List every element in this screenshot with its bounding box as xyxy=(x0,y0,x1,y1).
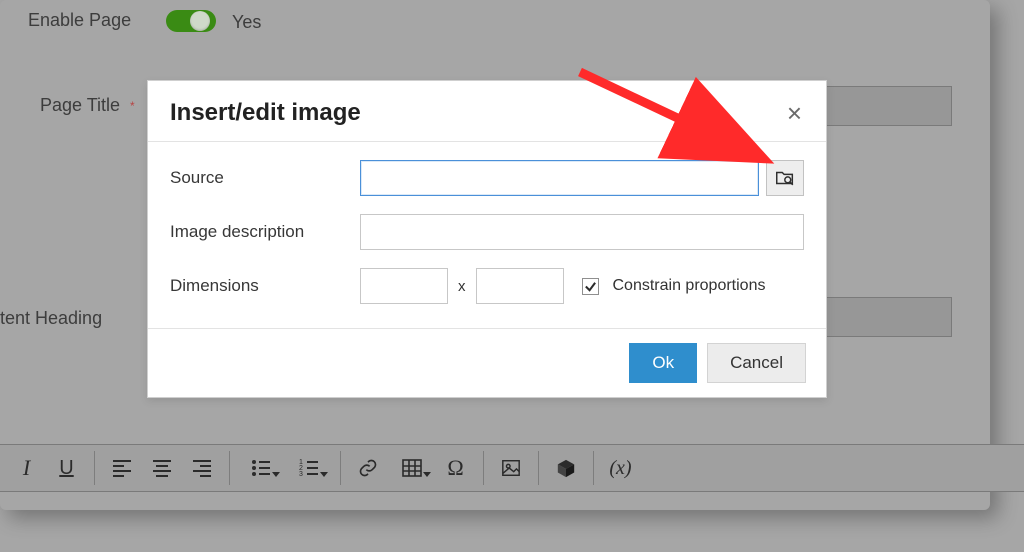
close-icon: × xyxy=(787,98,802,128)
numbered-list-button[interactable]: 123 xyxy=(286,449,332,487)
special-char-button[interactable]: Ω xyxy=(437,449,475,487)
description-row: Image description xyxy=(170,214,804,250)
enable-page-toggle[interactable] xyxy=(166,10,216,32)
bullet-list-icon xyxy=(251,458,271,478)
cancel-button-label: Cancel xyxy=(730,353,783,373)
editor-toolbar: I U 123 Ω xyxy=(0,444,1024,492)
source-label: Source xyxy=(170,168,360,188)
description-input[interactable] xyxy=(360,214,804,250)
widget-button[interactable] xyxy=(547,449,585,487)
browse-button[interactable] xyxy=(766,160,804,196)
image-icon xyxy=(501,458,521,478)
width-input[interactable] xyxy=(360,268,448,304)
underline-icon-label: U xyxy=(59,457,73,480)
required-marker: * xyxy=(130,99,135,113)
browse-folder-search-icon xyxy=(774,167,796,189)
toolbar-separator xyxy=(229,451,230,485)
chevron-down-icon xyxy=(423,472,431,477)
insert-image-dialog: Insert/edit image × Source xyxy=(147,80,827,398)
align-center-button[interactable] xyxy=(143,449,181,487)
source-row: Source xyxy=(170,160,804,196)
content-heading-label: tent Heading xyxy=(0,308,102,329)
align-left-icon xyxy=(112,458,132,478)
align-right-icon xyxy=(192,458,212,478)
description-label: Image description xyxy=(170,222,360,242)
page-title-input[interactable] xyxy=(826,86,952,126)
svg-text:3: 3 xyxy=(299,471,303,478)
dimensions-label: Dimensions xyxy=(170,276,360,296)
toolbar-separator xyxy=(593,451,594,485)
constrain-checkbox[interactable] xyxy=(582,278,599,295)
link-button[interactable] xyxy=(349,449,387,487)
align-right-button[interactable] xyxy=(183,449,221,487)
toolbar-separator xyxy=(483,451,484,485)
height-input[interactable] xyxy=(476,268,564,304)
dimensions-row: Dimensions x Constrain proportions xyxy=(170,268,804,304)
enable-page-label: Enable Page xyxy=(28,10,131,31)
dialog-footer: Ok Cancel xyxy=(148,328,826,397)
insert-image-button[interactable] xyxy=(492,449,530,487)
variable-icon-label: (x) xyxy=(609,457,631,480)
check-icon xyxy=(584,280,597,293)
page-title-label: Page Title xyxy=(40,95,120,116)
toolbar-separator xyxy=(340,451,341,485)
italic-button[interactable]: I xyxy=(8,449,46,487)
numbered-list-icon: 123 xyxy=(299,458,319,478)
table-button[interactable] xyxy=(389,449,435,487)
enable-page-value: Yes xyxy=(232,12,261,33)
toolbar-separator xyxy=(94,451,95,485)
dialog-title: Insert/edit image xyxy=(170,99,361,127)
enable-page-row: Enable Page xyxy=(28,10,131,31)
content-heading-input[interactable] xyxy=(826,297,952,337)
dialog-header: Insert/edit image × xyxy=(148,81,826,142)
chevron-down-icon xyxy=(272,472,280,477)
bullet-list-button[interactable] xyxy=(238,449,284,487)
cancel-button[interactable]: Cancel xyxy=(707,343,806,383)
link-icon xyxy=(358,458,378,478)
ok-button[interactable]: Ok xyxy=(629,343,697,383)
source-input[interactable] xyxy=(360,160,759,196)
ok-button-label: Ok xyxy=(652,353,674,373)
italic-icon-label: I xyxy=(23,455,30,481)
align-center-icon xyxy=(152,458,172,478)
dimensions-separator: x xyxy=(456,278,468,295)
dialog-body: Source Image descri xyxy=(148,142,826,328)
chevron-down-icon xyxy=(320,472,328,477)
underline-button[interactable]: U xyxy=(48,449,86,487)
cube-icon xyxy=(556,458,576,478)
constrain-label: Constrain proportions xyxy=(613,277,766,295)
toggle-knob xyxy=(190,11,210,31)
align-left-button[interactable] xyxy=(103,449,141,487)
close-button[interactable]: × xyxy=(783,100,806,126)
toolbar-separator xyxy=(538,451,539,485)
table-icon xyxy=(402,458,422,478)
omega-icon-label: Ω xyxy=(447,455,463,481)
variable-button[interactable]: (x) xyxy=(602,449,640,487)
